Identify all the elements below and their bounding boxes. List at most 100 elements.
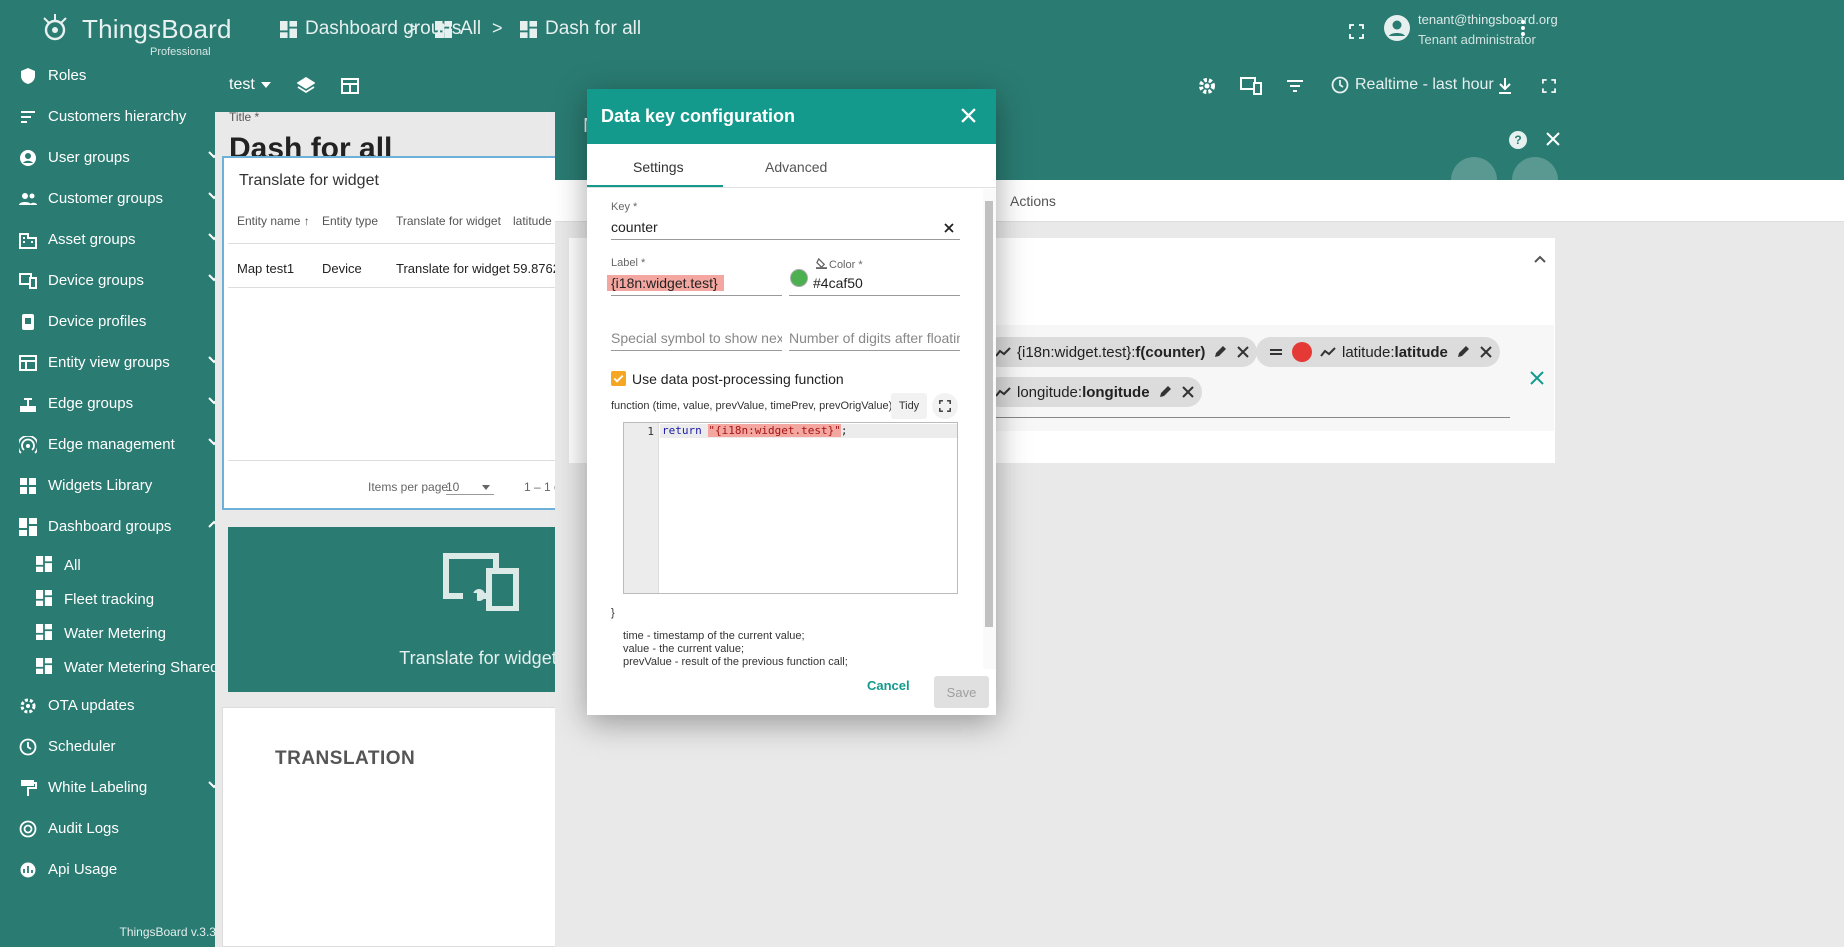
timeline-icon [1320, 347, 1336, 357]
sidebar-item-label: Water Metering Shared [64, 658, 219, 676]
layout-icon[interactable] [341, 78, 359, 94]
clear-icon[interactable] [1530, 371, 1544, 385]
clear-icon[interactable] [944, 223, 954, 233]
column-header-latitude[interactable]: latitude [513, 214, 552, 228]
edit-icon[interactable] [1158, 385, 1172, 399]
svg-text:?: ? [1514, 133, 1521, 147]
chevron-up-icon[interactable] [1534, 255, 1546, 263]
column-header-entity-name[interactable]: Entity name ↑ [237, 214, 310, 228]
breadcrumb-current: Dash for all [520, 18, 641, 40]
fullscreen-editor-button[interactable] [932, 393, 958, 419]
items-per-page-select[interactable]: 10 [446, 480, 494, 495]
sidebar-item-device-groups[interactable]: Device groups [0, 260, 236, 301]
tidy-button[interactable]: Tidy [891, 393, 927, 419]
fullscreen-icon[interactable] [1542, 79, 1556, 93]
close-icon[interactable] [1237, 346, 1250, 358]
more-vert-icon[interactable] [1521, 20, 1525, 36]
dashboard-icon [36, 556, 54, 574]
thingsboard-logo[interactable]: ThingsBoard Professional [38, 8, 231, 58]
use-postprocessing-checkbox[interactable] [611, 371, 626, 386]
drag-handle-icon[interactable] [1270, 348, 1282, 356]
function-close: } [611, 607, 615, 619]
sidebar-item-customers-hierarchy[interactable]: Customers hierarchy [0, 96, 236, 137]
devices-icon[interactable] [1240, 77, 1262, 95]
dialog-scrollbar[interactable] [983, 189, 996, 669]
widget-title: TRANSLATION [275, 748, 416, 769]
decimals-input[interactable]: Number of digits after floating point [789, 330, 960, 346]
items-per-page-value: 10 [446, 480, 460, 494]
sidebar-item-api-usage[interactable]: Api Usage [0, 849, 236, 890]
sidebar-item-label: Fleet tracking [64, 590, 155, 608]
data-keys-field[interactable]: {i18n:widget.test}: f(counter) latitude:… [983, 325, 1554, 431]
sidebar-item-roles[interactable]: Roles [0, 55, 236, 96]
sidebar-item-device-profiles[interactable]: Device profiles [0, 301, 236, 342]
active-tab-indicator [587, 185, 723, 187]
sidebar-item-ota-updates[interactable]: OTA updates [0, 685, 236, 726]
sidebar-item-edge-groups[interactable]: Edge groups [0, 383, 236, 424]
close-icon[interactable] [1181, 386, 1194, 398]
save-button[interactable]: Save [934, 676, 989, 708]
sidebar-subitem-water-metering-shared[interactable]: Water Metering Shared [0, 647, 236, 687]
router-icon [18, 394, 38, 414]
sidebar-item-widgets-library[interactable]: Widgets Library [0, 465, 236, 506]
timewindow-button[interactable]: Realtime - last hour [1331, 76, 1494, 94]
tab-settings[interactable]: Settings [633, 159, 684, 175]
use-postprocessing-label: Use data post-processing function [632, 371, 844, 387]
color-input[interactable]: #4caf50 [813, 275, 863, 291]
fullscreen-icon [939, 400, 951, 412]
fullscreen-icon[interactable] [1349, 24, 1364, 39]
edit-icon[interactable] [1456, 345, 1470, 359]
account-icon[interactable] [1383, 14, 1411, 42]
sidebar-item-user-groups[interactable]: User groups [0, 137, 236, 178]
sidebar-item-customer-groups[interactable]: Customer groups [0, 178, 236, 219]
column-header-translate[interactable]: Translate for widget [396, 214, 501, 228]
dialog-tabs: Settings Advanced [587, 144, 996, 188]
chip-key: longitude [1082, 383, 1150, 401]
sidebar-item-edge-management[interactable]: Edge management [0, 424, 236, 465]
data-key-chip[interactable]: {i18n:widget.test}: f(counter) [985, 337, 1258, 367]
function-signature: function (time, value, prevValue, timePr… [611, 400, 899, 412]
sidebar-item-dashboard-groups[interactable]: Dashboard groups [0, 506, 236, 547]
close-icon[interactable] [1480, 346, 1492, 358]
sidebar-item-asset-groups[interactable]: Asset groups [0, 219, 236, 260]
breadcrumb-all[interactable]: All [435, 18, 481, 40]
column-header-entity-type[interactable]: Entity type [322, 214, 378, 228]
sidebar-item-label: Roles [48, 67, 87, 84]
track-changes-icon [18, 819, 38, 839]
tab-advanced[interactable]: Advanced [765, 159, 827, 175]
state-select[interactable]: test [229, 76, 271, 94]
code-editor[interactable]: 1 return "{i18n:widget.test}"; [623, 422, 958, 594]
download-icon[interactable] [1497, 77, 1513, 95]
sidebar-item-label: Edge groups [48, 395, 134, 412]
chip-key: latitude [1394, 343, 1448, 361]
cancel-button[interactable]: Cancel [867, 678, 910, 693]
sidebar-item-label: Asset groups [48, 231, 136, 248]
sidebar-item-label: Dashboard groups [48, 518, 172, 535]
key-color-swatch [1292, 342, 1312, 362]
tab-actions[interactable]: Actions [1010, 193, 1056, 209]
units-input[interactable]: Special symbol to show next to value [611, 330, 782, 346]
code-line: return "{i18n:widget.test}"; [662, 424, 847, 437]
label-input[interactable]: {i18n:widget.test} [607, 275, 724, 291]
data-key-chip[interactable]: longitude: longitude [985, 377, 1202, 407]
sidebar-item-entity-view-groups[interactable]: Entity view groups [0, 342, 236, 383]
color-swatch[interactable] [790, 269, 808, 287]
help-icon[interactable]: ? [1508, 130, 1528, 150]
scrollbar-thumb[interactable] [985, 201, 993, 627]
settings-icon[interactable] [1197, 76, 1217, 96]
close-icon[interactable] [1546, 132, 1560, 146]
data-key-config-dialog: Data key configuration Settings Advanced… [587, 89, 996, 715]
data-key-chip[interactable]: latitude: latitude [1256, 337, 1500, 367]
decimals-underline [789, 350, 960, 351]
filter-list-icon[interactable] [1286, 79, 1304, 93]
key-input[interactable]: counter [611, 219, 658, 235]
layers-icon[interactable] [297, 77, 315, 95]
sidebar-item-audit-logs[interactable]: Audit Logs [0, 808, 236, 849]
sidebar-item-scheduler[interactable]: Scheduler [0, 726, 236, 767]
sidebar-item-white-labeling[interactable]: White Labeling [0, 767, 236, 808]
close-icon[interactable] [961, 108, 976, 123]
edit-icon[interactable] [1213, 345, 1227, 359]
sidebar-item-label: User groups [48, 149, 130, 166]
dialog-title: Data key configuration [601, 106, 796, 126]
label-underline [611, 295, 782, 296]
